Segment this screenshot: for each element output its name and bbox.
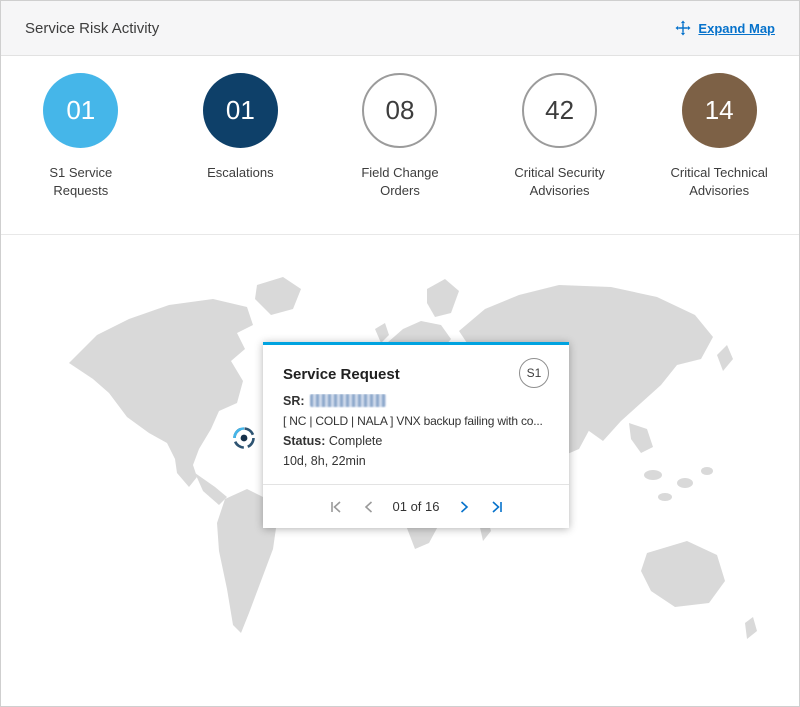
stat-label-field-change-orders: Field Change Orders xyxy=(341,164,459,200)
stat-label-escalations: Escalations xyxy=(207,164,273,182)
next-page-icon xyxy=(457,500,471,514)
popup-body: Service Request S1 SR: [ NC | COLD | NAL… xyxy=(263,345,569,474)
stat-circle-critical-technical-advisories[interactable]: 14 xyxy=(682,73,757,148)
sr-line: SR: xyxy=(283,394,549,408)
first-page-button[interactable] xyxy=(327,498,345,516)
page-indicator: 01 of 16 xyxy=(393,499,440,514)
stat-label-critical-security-advisories: Critical Security Advisories xyxy=(501,164,619,200)
stat-escalations[interactable]: 01 Escalations xyxy=(161,73,321,182)
expand-map-label: Expand Map xyxy=(698,21,775,36)
stat-circle-critical-security-advisories[interactable]: 42 xyxy=(522,73,597,148)
map-area: Service Request S1 SR: [ NC | COLD | NAL… xyxy=(1,235,799,706)
stats-row: 01 S1 Service Requests 01 Escalations 08… xyxy=(1,56,799,235)
expand-map-link[interactable]: Expand Map xyxy=(675,20,775,36)
service-request-popup: Service Request S1 SR: [ NC | COLD | NAL… xyxy=(263,342,569,528)
service-risk-activity-panel: Service Risk Activity Expand Map 01 S1 S… xyxy=(0,0,800,707)
stat-critical-technical-advisories[interactable]: 14 Critical Technical Advisories xyxy=(639,73,799,200)
sr-label: SR: xyxy=(283,394,305,408)
next-page-button[interactable] xyxy=(455,498,473,516)
stat-circle-field-change-orders[interactable]: 08 xyxy=(362,73,437,148)
last-page-icon xyxy=(490,500,504,514)
panel-title: Service Risk Activity xyxy=(25,20,159,37)
stat-circle-escalations[interactable]: 01 xyxy=(203,73,278,148)
popup-title: Service Request xyxy=(283,358,400,383)
stat-field-change-orders[interactable]: 08 Field Change Orders xyxy=(320,73,480,200)
status-value: Complete xyxy=(329,434,383,448)
first-page-icon xyxy=(329,500,343,514)
severity-badge: S1 xyxy=(519,358,549,388)
duration: 10d, 8h, 22min xyxy=(283,454,549,468)
map-marker[interactable] xyxy=(231,425,257,451)
previous-page-icon xyxy=(362,500,376,514)
sr-description: [ NC | COLD | NALA ] VNX backup failing … xyxy=(283,414,549,428)
previous-page-button[interactable] xyxy=(360,498,378,516)
last-page-button[interactable] xyxy=(488,498,506,516)
stat-label-s1-service-requests: S1 Service Requests xyxy=(22,164,140,200)
status-label: Status: xyxy=(283,434,325,448)
sr-value-redacted xyxy=(310,394,386,407)
stat-s1-service-requests[interactable]: 01 S1 Service Requests xyxy=(1,73,161,200)
stat-circle-s1-service-requests[interactable]: 01 xyxy=(43,73,118,148)
pagination: 01 of 16 xyxy=(263,484,569,528)
panel-header: Service Risk Activity Expand Map xyxy=(1,1,799,56)
stat-critical-security-advisories[interactable]: 42 Critical Security Advisories xyxy=(480,73,640,200)
expand-map-icon xyxy=(675,20,691,36)
stat-label-critical-technical-advisories: Critical Technical Advisories xyxy=(660,164,778,200)
status-line: Status: Complete xyxy=(283,434,549,448)
